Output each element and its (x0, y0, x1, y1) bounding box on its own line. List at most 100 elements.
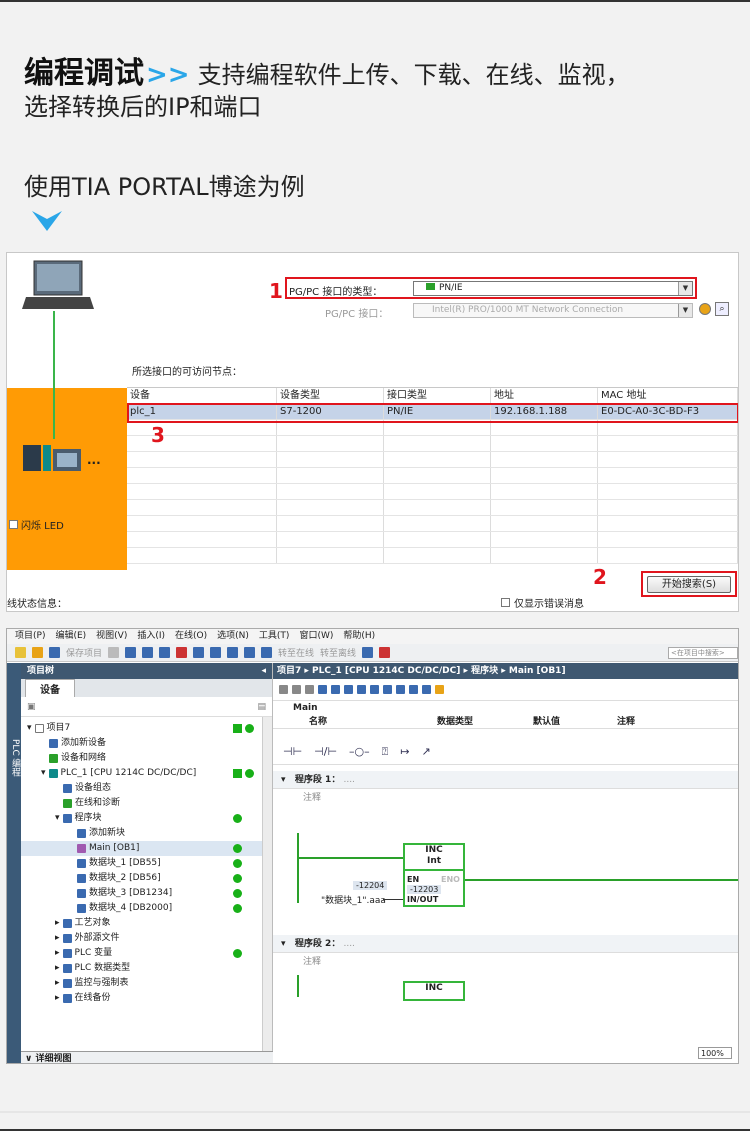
collapse-icon[interactable]: ◂ (261, 663, 266, 679)
details-view-header[interactable]: ∨ 详细视图 (21, 1051, 273, 1063)
flash-led-option[interactable]: 闪烁 LED (9, 517, 64, 532)
monitor-icon[interactable] (370, 685, 379, 694)
accessible-devices-icon[interactable] (362, 647, 374, 658)
tree-item-program-blocks[interactable]: ▾ 程序块 (21, 811, 272, 826)
menu-help[interactable]: 帮助(H) (343, 629, 375, 644)
flash-led-label: 闪烁 LED (21, 521, 64, 532)
bookmark-icon[interactable] (409, 685, 418, 694)
inc-block[interactable]: INC Int (403, 843, 465, 871)
tree-item-db55[interactable]: 数据块_1 [DB55] (21, 856, 272, 871)
insert-row-icon[interactable] (279, 685, 288, 694)
tree-item-watch-force[interactable]: ▸ 监控与强制表 (21, 976, 272, 991)
col-device[interactable]: 设备 (127, 388, 277, 403)
symbol-icon[interactable] (396, 685, 405, 694)
tree-item-db1234[interactable]: 数据块_3 [DB1234] (21, 886, 272, 901)
only-errors-option[interactable]: 仅显示错误消息 (501, 595, 584, 610)
col-name[interactable]: 名称 (273, 715, 433, 728)
menu-view[interactable]: 视图(V) (96, 629, 127, 644)
close-branch-icon[interactable]: ↗ (421, 745, 430, 758)
tree-item-online-diag[interactable]: 在线和诊断 (21, 796, 272, 811)
inc-block[interactable]: INC (403, 981, 465, 1001)
delete-row-icon[interactable] (292, 685, 301, 694)
view-icon[interactable]: ▤ (257, 702, 266, 712)
menu-options[interactable]: 选项(N) (217, 629, 249, 644)
glasses-icon[interactable] (435, 685, 444, 694)
overview-icon[interactable]: ▣ (27, 702, 36, 712)
menu-edit[interactable]: 编辑(E) (55, 629, 86, 644)
menu-insert[interactable]: 插入(I) (137, 629, 165, 644)
network-icon[interactable] (305, 685, 314, 694)
zoom-select[interactable]: 100% (698, 1047, 732, 1059)
segment-2-comment[interactable]: 注释 (273, 953, 321, 971)
download-icon[interactable] (244, 647, 256, 658)
only-errors-checkbox[interactable] (501, 598, 510, 607)
goto-icon[interactable] (383, 685, 392, 694)
tag-icon[interactable] (422, 685, 431, 694)
open-project-icon[interactable] (32, 647, 43, 658)
tree-item-device-config[interactable]: 设备组态 (21, 781, 272, 796)
coil-icon[interactable]: –○– (349, 745, 370, 758)
tree-item-tech-objects[interactable]: ▸ 工艺对象 (21, 916, 272, 931)
menu-window[interactable]: 窗口(W) (299, 629, 333, 644)
open-branch-icon[interactable]: ↦ (400, 745, 409, 758)
go-offline-button[interactable]: 转至离线 (320, 646, 356, 659)
menu-online[interactable]: 在线(O) (175, 629, 207, 644)
save-icon[interactable] (49, 647, 60, 658)
col-address[interactable]: 地址 (491, 388, 598, 403)
redo-icon[interactable] (210, 647, 222, 658)
tree-item-plc-datatypes[interactable]: ▸ PLC 数据类型 (21, 961, 272, 976)
tree-item-db56[interactable]: 数据块_2 [DB56] (21, 871, 272, 886)
if-select[interactable]: Intel(R) PRO/1000 MT Network Connection … (413, 303, 693, 318)
favorites-icon[interactable] (357, 685, 366, 694)
segment-1-comment[interactable]: 注释 (273, 789, 738, 807)
tree-item-project[interactable]: ▾ 项目7 (21, 721, 272, 736)
tree-item-add-device[interactable]: 添加新设备 (21, 736, 272, 751)
col-if-type[interactable]: 接口类型 (384, 388, 491, 403)
cut-icon[interactable] (125, 647, 137, 658)
col-comment[interactable]: 注释 (613, 715, 693, 728)
paste-icon[interactable] (159, 647, 171, 658)
contact-nc-icon[interactable]: ⊣/⊢ (314, 745, 337, 758)
col-default[interactable]: 默认值 (529, 715, 613, 728)
col-datatype[interactable]: 数据类型 (433, 715, 529, 728)
tree-item-db2000[interactable]: 数据块_4 [DB2000] (21, 901, 272, 916)
tree-item-external-sources[interactable]: ▸ 外部源文件 (21, 931, 272, 946)
open-all-icon[interactable] (318, 685, 327, 694)
segment-1-title[interactable]: ▾ 程序段 1： .... (273, 771, 738, 789)
empty-box-icon[interactable]: ⍰ (382, 745, 389, 759)
copy-icon[interactable] (142, 647, 154, 658)
tree-toolbar: ▣ ▤ (21, 697, 272, 717)
upload-icon[interactable] (261, 647, 273, 658)
delete-icon[interactable] (176, 647, 188, 658)
search-icon[interactable]: ⌕ (715, 302, 729, 316)
diagnostics-icon[interactable] (699, 303, 711, 315)
close-icon[interactable] (379, 647, 391, 658)
col-device-type[interactable]: 设备类型 (277, 388, 384, 403)
contact-no-icon[interactable]: ⊣⊢ (283, 745, 302, 758)
operand[interactable]: "数据块_1".aaa (321, 893, 386, 906)
tree-item-add-block[interactable]: 添加新块 (21, 826, 272, 841)
compile-icon[interactable] (227, 647, 239, 658)
tree-item-devices-networks[interactable]: 设备和网络 (21, 751, 272, 766)
tree-item-plc-tags[interactable]: ▸ PLC 变量 (21, 946, 272, 961)
col-mac[interactable]: MAC 地址 (598, 388, 738, 403)
project-search-input[interactable]: <在项目中搜索> (668, 646, 738, 659)
compare-icon[interactable] (344, 685, 353, 694)
print-icon[interactable] (108, 647, 120, 658)
segment-2-title[interactable]: ▾ 程序段 2： .... (273, 935, 738, 953)
tree-scrollbar[interactable] (262, 717, 272, 1051)
chevron-down-icon[interactable]: ▼ (678, 304, 692, 317)
menu-project[interactable]: 项目(P) (15, 629, 45, 644)
tree-item-main-ob1[interactable]: Main [OB1] (21, 841, 272, 856)
new-project-icon[interactable] (15, 647, 26, 658)
menu-tools[interactable]: 工具(T) (259, 629, 290, 644)
tree-item-online-backup[interactable]: ▸ 在线备份 (21, 991, 272, 1006)
plc-programming-strip[interactable]: PLC 编程 (7, 663, 21, 1063)
flash-led-checkbox[interactable] (9, 520, 18, 529)
tab-devices[interactable]: 设备 (25, 679, 75, 697)
tree-item-plc[interactable]: ▾ PLC_1 [CPU 1214C DC/DC/DC] (21, 766, 272, 781)
save-project-label[interactable]: 保存项目 (66, 646, 102, 659)
undo-icon[interactable] (193, 647, 205, 658)
close-all-icon[interactable] (331, 685, 340, 694)
go-online-button[interactable]: 转至在线 (278, 646, 314, 659)
